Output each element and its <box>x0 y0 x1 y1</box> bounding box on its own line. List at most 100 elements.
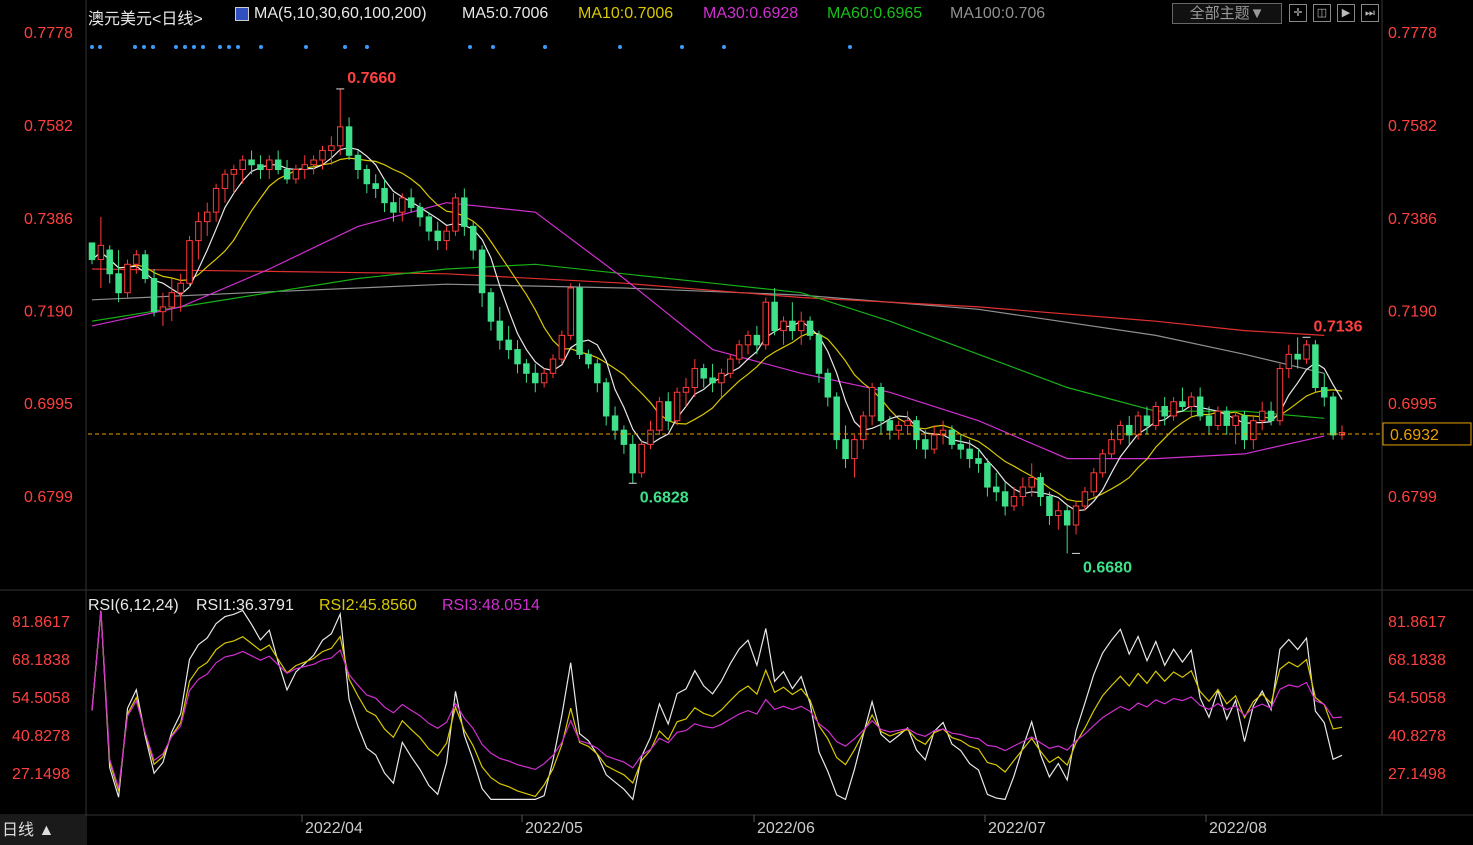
candle-body <box>620 429 628 445</box>
candle-body <box>1037 477 1044 498</box>
candle <box>718 368 725 397</box>
candle <box>523 359 530 383</box>
candle <box>461 188 468 236</box>
price-tick-left: 0.7582 <box>24 118 73 135</box>
candle-body <box>709 377 716 384</box>
candle-body <box>97 244 105 261</box>
candle <box>372 174 379 198</box>
candle-body <box>585 353 592 365</box>
candle <box>434 221 441 251</box>
candle-body <box>673 391 681 422</box>
candle <box>611 406 619 440</box>
candle-body <box>221 173 229 189</box>
play-icon[interactable]: ▶ <box>1337 4 1355 22</box>
indicator-icon <box>235 7 249 21</box>
candle-body <box>638 443 645 474</box>
candle <box>700 363 707 388</box>
price-tick-right: 0.6995 <box>1388 396 1437 413</box>
candle-body <box>549 358 557 374</box>
candle-body <box>975 458 982 464</box>
signal-dot <box>183 45 187 49</box>
candle-body <box>452 197 459 232</box>
candle-body <box>487 292 495 322</box>
candle-body <box>354 154 362 170</box>
candle-body <box>1134 415 1142 436</box>
candle-body <box>319 150 326 161</box>
period-tab[interactable]: 日线 ▲ <box>0 816 86 845</box>
candle <box>1179 387 1186 412</box>
candle-body <box>1329 396 1337 436</box>
candle-body <box>248 159 255 166</box>
ma100-line <box>91 283 1325 374</box>
theme-dropdown[interactable]: 全部主题▼ <box>1172 3 1282 24</box>
candle <box>301 155 309 179</box>
candle <box>585 349 592 369</box>
candle <box>1152 401 1160 431</box>
candle <box>266 155 273 179</box>
candle <box>204 202 211 236</box>
candle <box>691 359 699 397</box>
candle-body <box>186 240 193 284</box>
rsi-tick-right: 68.1838 <box>1388 652 1446 669</box>
candle <box>292 164 300 184</box>
candle <box>656 396 663 435</box>
candle <box>682 378 690 407</box>
candle <box>735 340 743 364</box>
candle-body <box>1108 439 1115 455</box>
ma200-line <box>91 268 1325 336</box>
rsi-params[interactable]: RSI(6,12,24) <box>88 597 179 615</box>
crosshair-icon[interactable]: ✛ <box>1289 4 1307 22</box>
candle <box>957 434 965 459</box>
signal-dot <box>343 45 347 49</box>
candle-body <box>133 254 140 265</box>
candle-body <box>1019 486 1027 498</box>
candle-body <box>1196 396 1204 417</box>
candle <box>558 330 566 364</box>
candle-body <box>1312 344 1319 389</box>
candle <box>797 311 805 345</box>
forward-icon[interactable]: ⏭ <box>1361 4 1379 22</box>
ma10-line <box>91 157 1343 502</box>
candle <box>212 183 220 222</box>
chart-canvas[interactable]: 0.7778 0.7778 0.7582 0.7582 0.7386 0.7386 0.71… <box>0 0 1473 845</box>
signal-dot <box>236 45 240 49</box>
symbol-title[interactable]: 澳元美元<日线> <box>88 5 203 29</box>
rsi-tick-left: 27.1498 <box>12 766 70 783</box>
extreme-label: 0.7136 <box>1314 318 1363 335</box>
candle <box>1019 477 1027 507</box>
candle <box>709 363 716 393</box>
candle <box>283 160 291 184</box>
candle-body <box>1232 415 1239 426</box>
candle <box>195 212 202 260</box>
candle <box>930 425 938 454</box>
candle <box>1276 363 1284 426</box>
candle-body <box>496 320 504 341</box>
candle <box>186 235 193 288</box>
candle-body <box>292 168 300 180</box>
rsi-tick-right: 27.1498 <box>1388 766 1446 783</box>
candle-body <box>762 301 770 346</box>
candle <box>594 359 601 393</box>
candle-body <box>150 278 158 313</box>
candle <box>115 250 122 303</box>
rsi-tick-right: 54.5058 <box>1388 690 1446 707</box>
candle-body <box>372 183 379 189</box>
candle <box>505 325 512 360</box>
rsi-tick-right: 81.8617 <box>1388 614 1446 631</box>
price-tick-left: 0.6995 <box>24 396 73 413</box>
candle-body <box>744 334 752 346</box>
candle-body <box>718 372 725 384</box>
ma-params[interactable]: MA(5,10,30,60,100,200) <box>254 5 427 23</box>
candle <box>159 292 167 326</box>
candle-body <box>727 358 734 374</box>
candle <box>1303 340 1310 364</box>
candle <box>851 434 858 478</box>
candle-body <box>1001 491 1009 507</box>
candle-body <box>478 249 486 294</box>
candle-body <box>212 187 220 213</box>
ma60-value: MA60:0.6965 <box>827 5 923 22</box>
candle <box>984 458 991 497</box>
split-panel-icon[interactable]: ◫ <box>1313 4 1331 22</box>
candle-body <box>1170 401 1177 417</box>
candle <box>336 88 344 156</box>
